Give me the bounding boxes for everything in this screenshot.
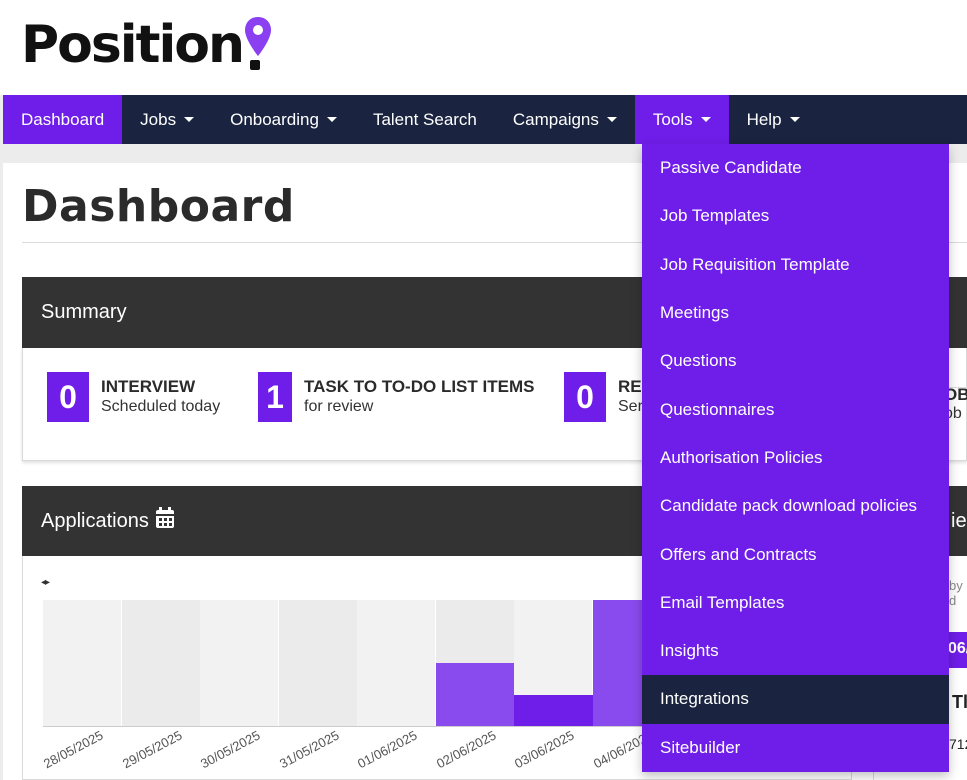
tools-dropdown-menu: Passive Candidate Job Templates Job Requ… (642, 144, 949, 772)
menu-item-email-templates[interactable]: Email Templates (642, 579, 949, 627)
nav-talent-search[interactable]: Talent Search (355, 95, 495, 144)
chart-bar[interactable] (435, 663, 514, 726)
top-header: Position (0, 0, 967, 95)
logo-wordmark: Position (21, 15, 245, 75)
nav-dashboard-label: Dashboard (21, 109, 105, 129)
stat-sub: Ser (618, 398, 643, 415)
right-panel-filter-input[interactable]: by d (949, 578, 967, 608)
main-navbar: Dashboard Jobs Onboarding Talent Search … (3, 95, 967, 144)
stat-interviews[interactable]: 0 INTERVIEW Scheduled today (47, 372, 220, 422)
caret-down-icon (789, 117, 800, 122)
caret-down-icon (326, 117, 337, 122)
menu-item-integrations[interactable]: Integrations (642, 675, 949, 724)
nav-onboarding-label: Onboarding (230, 109, 319, 129)
stat-count: 0 (564, 372, 606, 422)
x-tick-label: 29/05/2025 (119, 727, 185, 772)
stat-count: 0 (47, 372, 89, 422)
nav-onboarding[interactable]: Onboarding (212, 95, 355, 144)
chart-column-bg (278, 600, 357, 726)
stat-count: 1 (258, 372, 292, 422)
nav-tools-label: Tools (652, 109, 693, 129)
chart-column-bg (200, 600, 278, 726)
menu-item-sitebuilder[interactable]: Sitebuilder (642, 724, 949, 772)
caret-down-icon (606, 117, 617, 122)
stat-label: TASK TO TO-DO LIST ITEMS (304, 377, 535, 396)
nav-jobs[interactable]: Jobs (122, 95, 212, 144)
nav-help-label: Help (746, 109, 782, 129)
stat-sub: for review (304, 398, 374, 415)
menu-item-insights[interactable]: Insights (642, 627, 949, 675)
nav-talent-search-label: Talent Search (372, 109, 477, 129)
stat-tasks[interactable]: 1 TASK TO TO-DO LIST ITEMS for review (258, 372, 534, 422)
menu-item-candidate-pack-download-policies[interactable]: Candidate pack download policies (642, 482, 949, 530)
right-panel-heading: Tl (952, 692, 967, 712)
stat-label: INTERVIEW (101, 377, 196, 396)
chart-nav-arrows-icon[interactable]: ◂▸ (41, 577, 50, 588)
menu-item-authorisation-policies[interactable]: Authorisation Policies (642, 434, 949, 482)
nav-dashboard[interactable]: Dashboard (3, 95, 123, 144)
caret-down-icon (184, 117, 195, 122)
nav-campaigns-label: Campaigns (512, 109, 599, 129)
menu-item-offers-and-contracts[interactable]: Offers and Contracts (642, 530, 949, 578)
x-tick-label: 02/06/2025 (433, 727, 499, 772)
x-tick-label: 28/05/2025 (41, 727, 106, 772)
nav-jobs-label: Jobs (140, 109, 177, 129)
x-tick-label: 03/06/2025 (512, 727, 577, 772)
calendar-icon[interactable] (155, 507, 175, 535)
x-tick-label: 31/05/2025 (276, 727, 342, 772)
page-title: Dashboard (22, 181, 295, 232)
chart-column-bg (121, 600, 200, 726)
stat-label: RE (618, 377, 642, 396)
right-panel-date-text: 06/ (948, 640, 967, 657)
nav-campaigns[interactable]: Campaigns (495, 95, 635, 144)
menu-item-questionnaires[interactable]: Questionnaires (642, 385, 949, 433)
menu-item-meetings[interactable]: Meetings (642, 289, 949, 337)
map-pin-icon (244, 14, 274, 76)
menu-item-passive-candidate[interactable]: Passive Candidate (642, 144, 949, 192)
chart-bar[interactable] (514, 694, 593, 726)
summary-title: Summary (41, 301, 127, 323)
right-panel-title: ie (951, 510, 967, 532)
menu-item-job-requisition-template[interactable]: Job Requisition Template (642, 241, 949, 289)
menu-item-questions[interactable]: Questions (642, 337, 949, 385)
right-panel-number: 712 (949, 736, 967, 752)
applications-title: Applications (41, 509, 149, 532)
caret-down-icon (700, 117, 711, 122)
right-edge-divider (949, 348, 967, 388)
nav-tools[interactable]: Tools (634, 95, 729, 144)
stat-sub: Scheduled today (101, 398, 221, 415)
menu-item-job-templates[interactable]: Job Templates (642, 192, 949, 240)
nav-help[interactable]: Help (729, 95, 818, 144)
chart-column-bg (357, 600, 435, 726)
x-tick-label: 01/06/2025 (355, 727, 420, 772)
x-tick-label: 30/05/2025 (198, 727, 263, 772)
position-logo[interactable]: Position (21, 14, 274, 76)
chart-column-bg (43, 600, 121, 726)
stat-third[interactable]: 0 RE Ser (564, 372, 643, 422)
